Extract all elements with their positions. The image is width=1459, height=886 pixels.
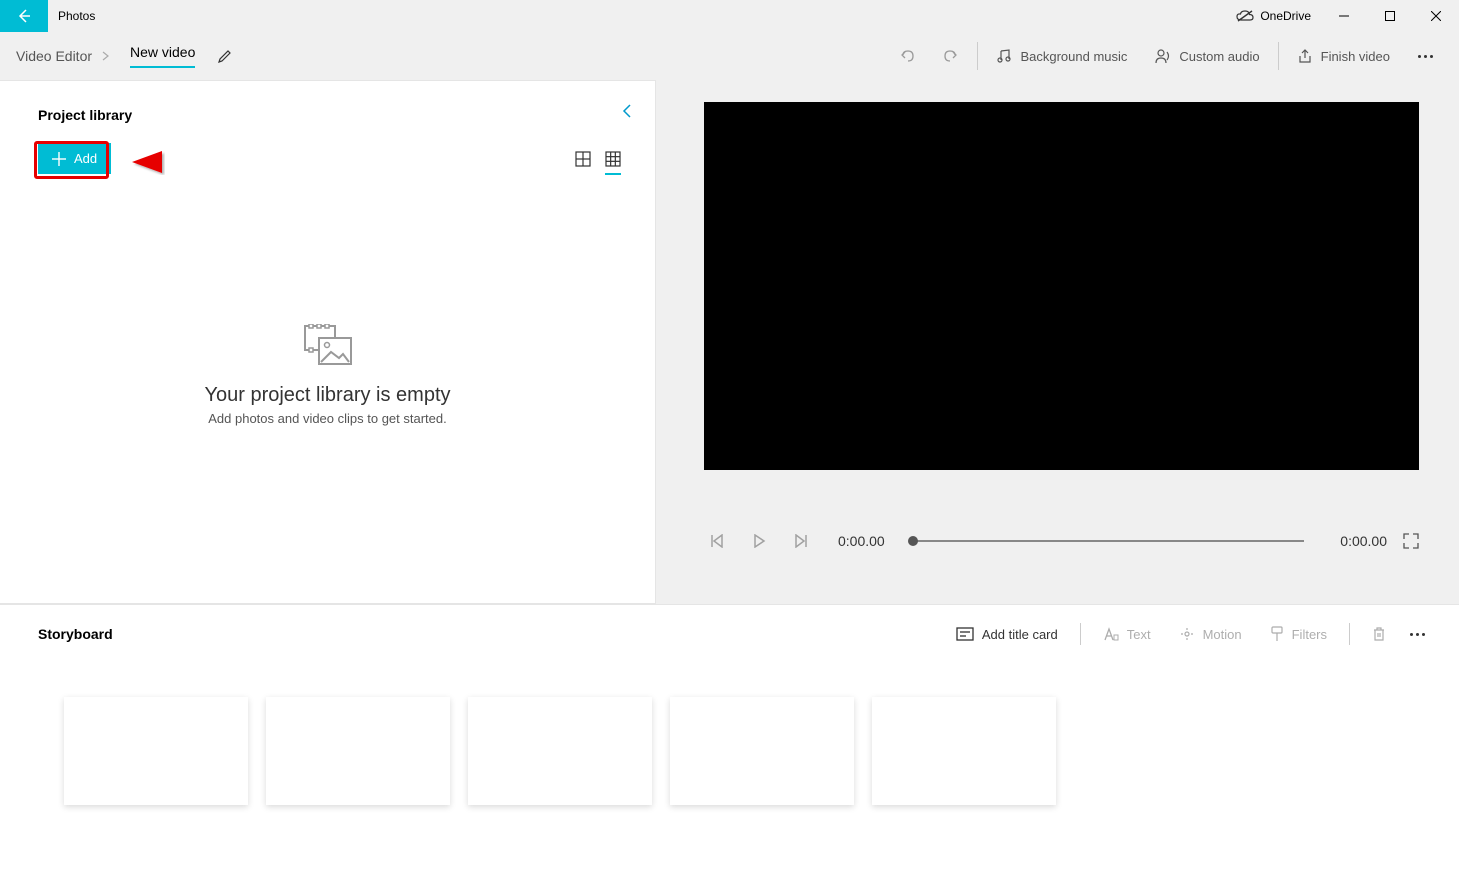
step-back-icon bbox=[710, 534, 724, 548]
annotation-arrow bbox=[130, 149, 280, 175]
delete-clip-button[interactable] bbox=[1358, 626, 1400, 642]
separator bbox=[1349, 623, 1350, 645]
next-frame-button[interactable] bbox=[788, 528, 814, 554]
time-current: 0:00.00 bbox=[838, 533, 885, 549]
clip-slot[interactable] bbox=[872, 697, 1056, 805]
add-label: Add bbox=[74, 151, 97, 166]
titlebar: Photos OneDrive bbox=[0, 0, 1459, 32]
clip-slot[interactable] bbox=[64, 697, 248, 805]
play-icon bbox=[752, 534, 766, 548]
project-library-title: Project library bbox=[38, 107, 617, 123]
player-controls: 0:00.00 0:00.00 bbox=[704, 528, 1419, 554]
timeline-knob[interactable] bbox=[908, 536, 918, 546]
rename-button[interactable] bbox=[211, 42, 239, 70]
custom-audio-button[interactable]: Custom audio bbox=[1141, 36, 1273, 76]
maximize-button[interactable] bbox=[1367, 0, 1413, 32]
play-button[interactable] bbox=[746, 528, 772, 554]
expand-icon bbox=[1403, 533, 1419, 549]
fullscreen-button[interactable] bbox=[1403, 533, 1419, 549]
redo-icon bbox=[943, 48, 959, 64]
finish-video-button[interactable]: Finish video bbox=[1283, 36, 1404, 76]
motion-icon bbox=[1179, 626, 1195, 642]
preview-panel: 0:00.00 0:00.00 bbox=[656, 80, 1459, 604]
prev-frame-button[interactable] bbox=[704, 528, 730, 554]
clip-slot[interactable] bbox=[670, 697, 854, 805]
close-button[interactable] bbox=[1413, 0, 1459, 32]
project-library-panel: Project library Add bbox=[0, 80, 656, 604]
chevron-right-icon bbox=[102, 51, 110, 61]
pencil-icon bbox=[217, 48, 233, 64]
storyboard-more-button[interactable] bbox=[1400, 633, 1435, 636]
time-total: 0:00.00 bbox=[1340, 533, 1387, 549]
separator bbox=[1278, 42, 1279, 70]
add-title-card-label: Add title card bbox=[982, 627, 1058, 642]
collapse-library-button[interactable] bbox=[621, 103, 633, 119]
storyboard-clips bbox=[64, 697, 1435, 805]
grid-small-icon bbox=[605, 151, 621, 167]
minimize-button[interactable] bbox=[1321, 0, 1367, 32]
add-button[interactable]: Add bbox=[38, 143, 111, 174]
more-button[interactable] bbox=[1404, 55, 1447, 58]
bg-music-label: Background music bbox=[1020, 49, 1127, 64]
music-icon bbox=[996, 48, 1012, 64]
person-audio-icon bbox=[1155, 48, 1171, 64]
custom-audio-label: Custom audio bbox=[1179, 49, 1259, 64]
undo-icon bbox=[899, 48, 915, 64]
filters-button[interactable]: Filters bbox=[1256, 626, 1341, 642]
filters-label: Filters bbox=[1292, 627, 1327, 642]
separator bbox=[977, 42, 978, 70]
toolbar: Video Editor New video Background music … bbox=[0, 32, 1459, 80]
breadcrumb-current[interactable]: New video bbox=[130, 44, 195, 68]
storyboard-header: Storyboard Add title card Text Motion Fi… bbox=[24, 623, 1435, 645]
plus-icon bbox=[52, 152, 66, 166]
text-button[interactable]: Text bbox=[1089, 627, 1165, 642]
video-preview-canvas[interactable] bbox=[704, 102, 1419, 470]
large-grid-view-button[interactable] bbox=[575, 151, 591, 175]
storyboard-title: Storyboard bbox=[38, 626, 113, 642]
small-grid-view-button[interactable] bbox=[605, 151, 621, 175]
export-icon bbox=[1297, 48, 1313, 64]
empty-subtitle: Add photos and video clips to get starte… bbox=[24, 411, 631, 426]
trash-icon bbox=[1372, 626, 1386, 642]
filters-icon bbox=[1270, 626, 1284, 642]
grid-large-icon bbox=[575, 151, 591, 167]
motion-button[interactable]: Motion bbox=[1165, 626, 1256, 642]
onedrive-button[interactable]: OneDrive bbox=[1236, 9, 1311, 23]
empty-title: Your project library is empty bbox=[24, 384, 631, 407]
storyboard-panel: Storyboard Add title card Text Motion Fi… bbox=[0, 604, 1459, 886]
background-music-button[interactable]: Background music bbox=[982, 36, 1141, 76]
add-title-card-button[interactable]: Add title card bbox=[942, 627, 1072, 642]
onedrive-label: OneDrive bbox=[1260, 9, 1311, 23]
chevron-left-icon bbox=[621, 103, 633, 119]
clip-slot[interactable] bbox=[468, 697, 652, 805]
clip-slot[interactable] bbox=[266, 697, 450, 805]
empty-library-state: Your project library is empty Add photos… bbox=[24, 324, 631, 426]
text-label: Text bbox=[1127, 627, 1151, 642]
undo-button[interactable] bbox=[885, 36, 929, 76]
redo-button[interactable] bbox=[929, 36, 973, 76]
main-area: Project library Add bbox=[0, 80, 1459, 604]
app-title: Photos bbox=[58, 9, 95, 23]
text-icon bbox=[1103, 627, 1119, 641]
title-card-icon bbox=[956, 627, 974, 641]
timeline-scrubber[interactable] bbox=[913, 540, 1305, 542]
step-forward-icon bbox=[794, 534, 808, 548]
cloud-off-icon bbox=[1236, 10, 1254, 22]
motion-label: Motion bbox=[1203, 627, 1242, 642]
media-placeholder-icon bbox=[303, 324, 353, 368]
finish-label: Finish video bbox=[1321, 49, 1390, 64]
back-button[interactable] bbox=[0, 0, 48, 32]
separator bbox=[1080, 623, 1081, 645]
view-toggle bbox=[575, 151, 621, 175]
breadcrumb-root[interactable]: Video Editor bbox=[12, 48, 96, 64]
